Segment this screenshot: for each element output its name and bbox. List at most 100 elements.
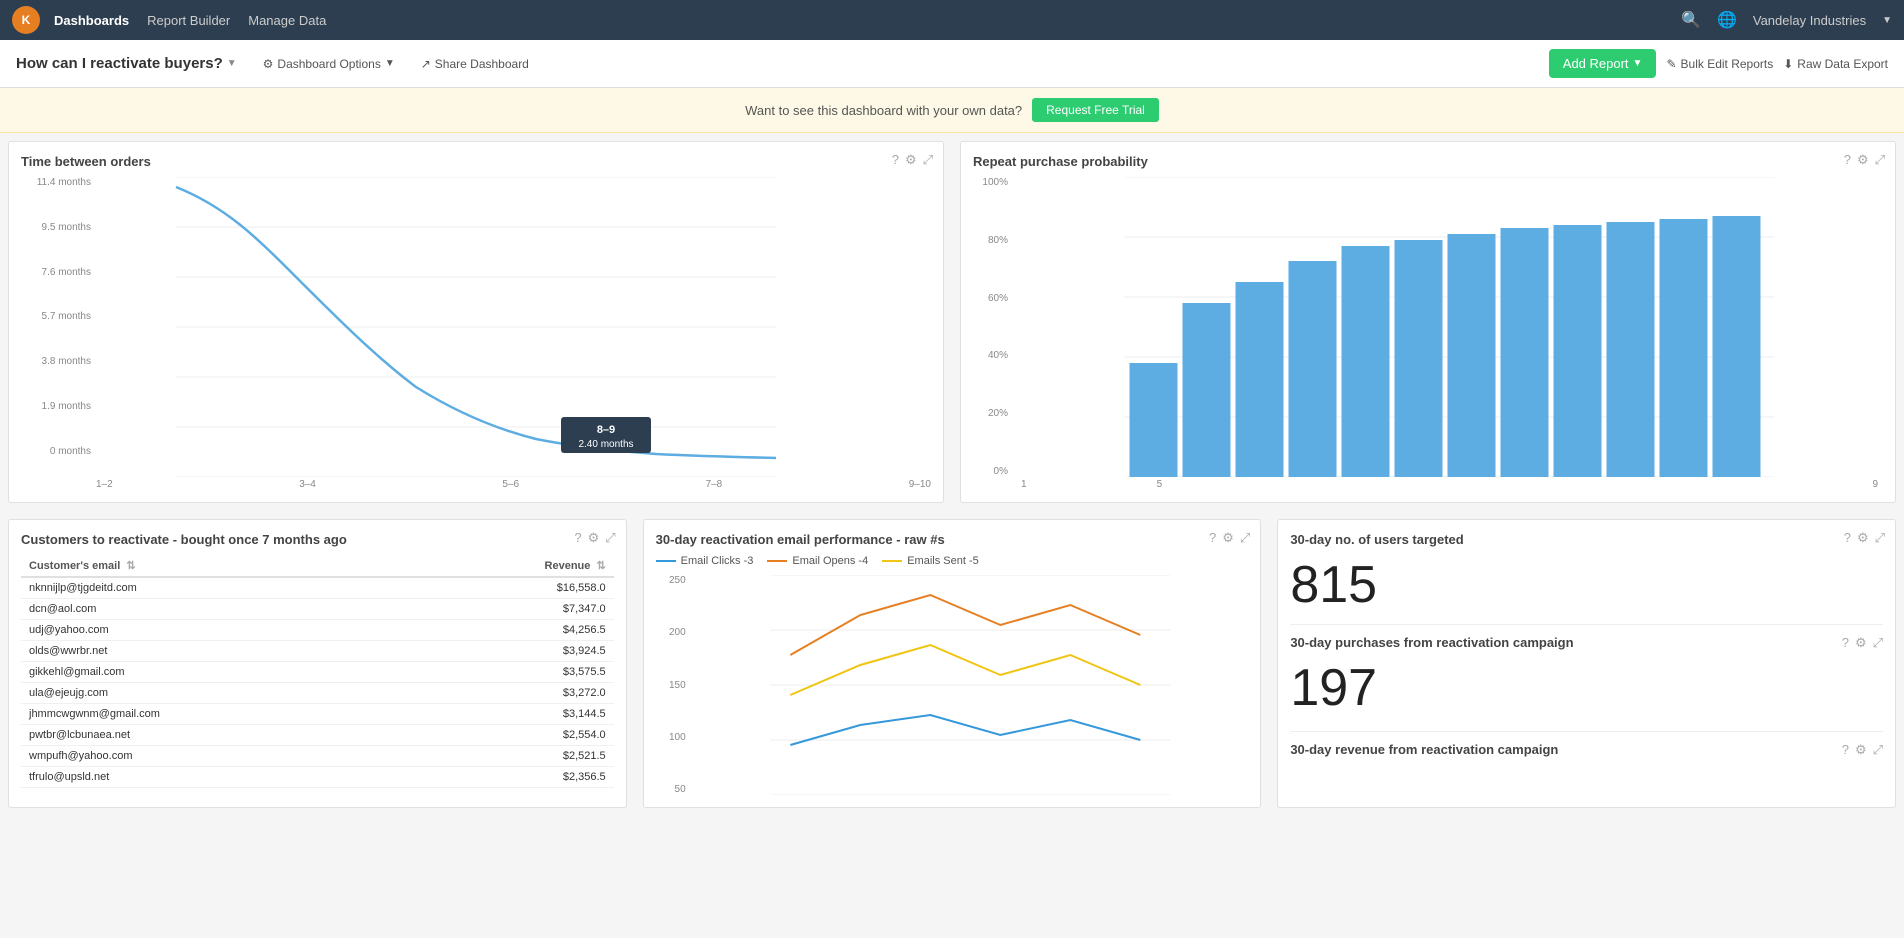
email-cell: pwtbr@lcbunaea.net bbox=[21, 725, 410, 746]
bar-y-labels: 100% 80% 60% 40% 20% 0% bbox=[973, 177, 1008, 477]
email-cell: tfrulo@upsld.net bbox=[21, 767, 410, 788]
nav-link-manage-data[interactable]: Manage Data bbox=[248, 13, 326, 28]
share-dashboard-button[interactable]: ↗ Share Dashboard bbox=[411, 52, 539, 76]
purchases-title: 30-day purchases from reactivation campa… bbox=[1290, 635, 1573, 650]
panel-icons-customers: ? ⚙ ⤢ bbox=[574, 530, 615, 546]
toolbar: How can I reactivate buyers? ▼ ⚙ Dashboa… bbox=[0, 40, 1904, 88]
table-row: gikkehl@gmail.com$3,575.5 bbox=[21, 662, 614, 683]
info-icon-2[interactable]: ? bbox=[1844, 152, 1851, 168]
customers-table-title: Customers to reactivate - bought once 7 … bbox=[21, 532, 614, 547]
panel-icons-email: ? ⚙ ⤢ bbox=[1209, 530, 1250, 546]
email-cell: ula@ejeujg.com bbox=[21, 683, 410, 704]
settings-icon-3[interactable]: ⚙ bbox=[588, 530, 600, 546]
expand-icon-7[interactable]: ⤢ bbox=[1873, 742, 1883, 758]
settings-icon[interactable]: ⚙ bbox=[905, 152, 917, 168]
sort-icon-email: ⇅ bbox=[126, 560, 135, 572]
raw-data-button[interactable]: ⬇ Raw Data Export bbox=[1783, 57, 1888, 71]
repeat-purchase-panel: Repeat purchase probability ? ⚙ ⤢ 100% 8… bbox=[960, 141, 1896, 503]
repeat-purchase-title: Repeat purchase probability bbox=[973, 154, 1883, 169]
legend-line-clicks bbox=[656, 560, 676, 562]
expand-icon-6[interactable]: ⤢ bbox=[1873, 635, 1883, 651]
expand-icon[interactable]: ⤢ bbox=[923, 152, 933, 168]
settings-icon-5[interactable]: ⚙ bbox=[1857, 530, 1869, 546]
revenue-cell: $7,347.0 bbox=[410, 599, 614, 620]
time-between-orders-panel: Time between orders ? ⚙ ⤢ 11.4 months 9.… bbox=[8, 141, 944, 503]
legend-clicks: Email Clicks -3 bbox=[656, 555, 754, 567]
email-legend: Email Clicks -3 Email Opens -4 Emails Se… bbox=[656, 555, 1249, 567]
options-chevron-icon: ▼ bbox=[385, 58, 395, 69]
customers-table-panel: Customers to reactivate - bought once 7 … bbox=[8, 519, 627, 808]
info-icon-5[interactable]: ? bbox=[1844, 530, 1851, 546]
settings-icon-6[interactable]: ⚙ bbox=[1855, 635, 1867, 651]
email-cell: nknnijlp@tjgdeitd.com bbox=[21, 577, 410, 599]
table-row: pwtbr@lcbunaea.net$2,554.0 bbox=[21, 725, 614, 746]
email-cell: udj@yahoo.com bbox=[21, 620, 410, 641]
email-performance-title: 30-day reactivation email performance - … bbox=[656, 532, 1249, 547]
request-trial-button[interactable]: Request Free Trial bbox=[1032, 98, 1159, 122]
share-icon: ↗ bbox=[421, 57, 431, 71]
purchases-value: 197 bbox=[1290, 660, 1573, 717]
revenue-cell: $3,575.5 bbox=[410, 662, 614, 683]
revenue-cell: $3,272.0 bbox=[410, 683, 614, 704]
table-row: dcn@aol.com$7,347.0 bbox=[21, 599, 614, 620]
col-email-header[interactable]: Customer's email ⇅ bbox=[21, 555, 410, 577]
revenue-cell: $2,356.5 bbox=[410, 767, 614, 788]
revenue-panel-icons: ? ⚙ ⤢ bbox=[1842, 742, 1883, 758]
settings-icon-2[interactable]: ⚙ bbox=[1857, 152, 1869, 168]
x-axis-labels-time: 1–2 3–4 5–6 7–8 9–10 bbox=[96, 479, 931, 490]
revenue-cell: $2,521.5 bbox=[410, 746, 614, 767]
info-icon-7[interactable]: ? bbox=[1842, 742, 1849, 758]
email-cell: dcn@aol.com bbox=[21, 599, 410, 620]
add-report-button[interactable]: Add Report ▼ bbox=[1549, 49, 1657, 78]
info-icon-4[interactable]: ? bbox=[1209, 530, 1216, 546]
time-chart-svg: 8–9 2.40 months bbox=[21, 177, 931, 477]
account-chevron-icon: ▼ bbox=[1882, 15, 1892, 26]
users-targeted-title: 30-day no. of users targeted bbox=[1290, 532, 1883, 547]
toolbar-actions: ⚙ Dashboard Options ▼ ↗ Share Dashboard bbox=[253, 52, 539, 76]
email-cell: gikkehl@gmail.com bbox=[21, 662, 410, 683]
raw-data-icon: ⬇ bbox=[1783, 57, 1793, 71]
sort-icon-revenue: ⇅ bbox=[596, 560, 605, 572]
bottom-section: Customers to reactivate - bought once 7 … bbox=[0, 511, 1904, 816]
table-row: nknnijlp@tjgdeitd.com$16,558.0 bbox=[21, 577, 614, 599]
info-icon-3[interactable]: ? bbox=[574, 530, 581, 546]
table-row: udj@yahoo.com$4,256.5 bbox=[21, 620, 614, 641]
bulk-edit-button[interactable]: ✎ Bulk Edit Reports bbox=[1666, 57, 1773, 71]
globe-icon[interactable]: 🌐 bbox=[1717, 10, 1737, 30]
bar-x-labels: 1 5 9 bbox=[1016, 479, 1883, 490]
nav-links: Dashboards Report Builder Manage Data bbox=[54, 13, 326, 28]
email-cell: olds@wwrbr.net bbox=[21, 641, 410, 662]
revenue-section: 30-day revenue from reactivation campaig… bbox=[1290, 731, 1883, 765]
revenue-cell: $16,558.0 bbox=[410, 577, 614, 599]
legend-opens: Email Opens -4 bbox=[767, 555, 868, 567]
time-between-orders-title: Time between orders bbox=[21, 154, 931, 169]
nav-link-dashboards[interactable]: Dashboards bbox=[54, 13, 129, 28]
nav-link-report-builder[interactable]: Report Builder bbox=[147, 13, 230, 28]
settings-icon-7[interactable]: ⚙ bbox=[1855, 742, 1867, 758]
dashboard-title[interactable]: How can I reactivate buyers? ▼ bbox=[16, 55, 237, 72]
email-cell: jhmmcwgwnm@gmail.com bbox=[21, 704, 410, 725]
info-icon-6[interactable]: ? bbox=[1842, 635, 1849, 651]
add-report-chevron-icon: ▼ bbox=[1633, 58, 1643, 69]
svg-text:2.40 months: 2.40 months bbox=[578, 439, 633, 450]
expand-icon-3[interactable]: ⤢ bbox=[605, 530, 615, 546]
repeat-purchase-chart: 100% 80% 60% 40% 20% 0% bbox=[973, 177, 1883, 490]
time-between-orders-chart: 11.4 months 9.5 months 7.6 months 5.7 mo… bbox=[21, 177, 931, 490]
expand-icon-2[interactable]: ⤢ bbox=[1875, 152, 1885, 168]
expand-icon-4[interactable]: ⤢ bbox=[1240, 530, 1250, 546]
search-icon[interactable]: 🔍 bbox=[1681, 10, 1701, 30]
customers-data-table: Customer's email ⇅ Revenue ⇅ nknnijlp@tj… bbox=[21, 555, 614, 788]
legend-sent: Emails Sent -5 bbox=[882, 555, 979, 567]
revenue-cell: $2,554.0 bbox=[410, 725, 614, 746]
settings-icon-4[interactable]: ⚙ bbox=[1222, 530, 1234, 546]
email-y-labels: 250 200 150 100 50 bbox=[656, 575, 686, 795]
users-targeted-value: 815 bbox=[1290, 557, 1883, 614]
info-icon[interactable]: ? bbox=[892, 152, 899, 168]
trial-banner: Want to see this dashboard with your own… bbox=[0, 88, 1904, 133]
revenue-cell: $3,924.5 bbox=[410, 641, 614, 662]
account-name[interactable]: Vandelay Industries bbox=[1753, 13, 1866, 28]
expand-icon-5[interactable]: ⤢ bbox=[1875, 530, 1885, 546]
dashboard-options-button[interactable]: ⚙ Dashboard Options ▼ bbox=[253, 52, 405, 76]
panel-icons-users: ? ⚙ ⤢ bbox=[1844, 530, 1885, 546]
col-revenue-header[interactable]: Revenue ⇅ bbox=[410, 555, 614, 577]
